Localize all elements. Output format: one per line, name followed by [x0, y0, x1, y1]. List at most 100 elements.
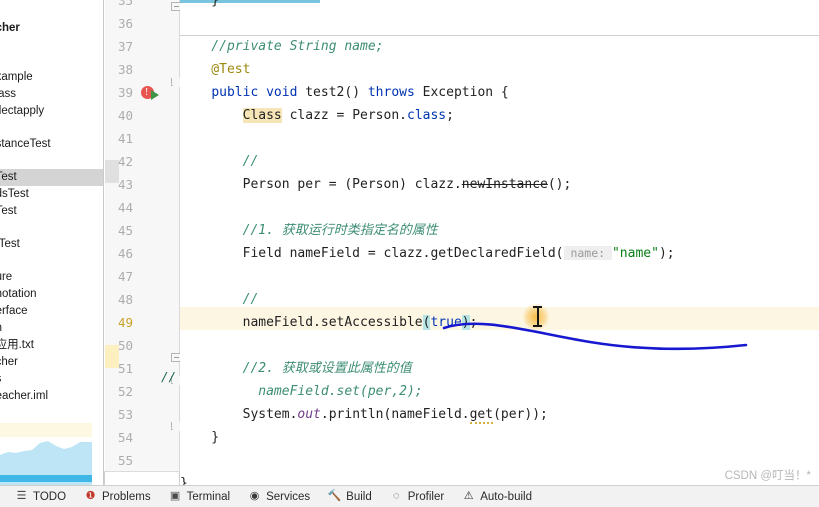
code-token: Class [242, 108, 282, 123]
line-number: 51 [117, 361, 133, 376]
build-hammer-icon: 🔨 [327, 490, 342, 502]
project-tree-item[interactable]: ...Test [0, 169, 103, 186]
code-token: "name" [611, 246, 659, 261]
code-editor[interactable]: } //private String name; @Test public vo… [180, 0, 819, 485]
project-tree-item-label: ...flectapply [0, 105, 45, 117]
tool-window-button-profiler[interactable]: ◌ Profiler [381, 486, 453, 507]
code-token: Person per = (Person) clazz. [180, 177, 462, 192]
code-line[interactable]: Person per = (Person) clazz.newInstance(… [180, 173, 572, 196]
code-token: ); [658, 246, 675, 261]
project-tree-item[interactable]: ...s [0, 371, 103, 388]
tool-window-button-terminal[interactable]: ▣ Terminal [160, 486, 239, 507]
code-token: public void [211, 85, 306, 100]
code-line[interactable]: } [180, 0, 219, 12]
code-line[interactable]: } [180, 426, 219, 449]
project-tree-item[interactable]: ...cher [0, 354, 103, 371]
code-token: name: [563, 246, 612, 260]
project-tree-item-label: ...tTest [0, 238, 20, 250]
code-token: @Test [180, 62, 251, 77]
code-token: (); [547, 177, 572, 192]
line-number: 39 [117, 85, 133, 100]
code-token: nameField.set(per,2); [180, 384, 423, 399]
text-cursor-ibeam [533, 306, 542, 327]
project-tree-item-label: ...dsTest [0, 188, 29, 200]
code-line[interactable]: public void test2() throws Exception { [180, 81, 509, 104]
code-line[interactable]: Class clazz = Person.class; [180, 104, 454, 127]
line-number: 52 [117, 384, 133, 399]
project-tree-item-label: ...notation [0, 288, 37, 300]
code-token: } [180, 0, 220, 8]
code-line[interactable]: //private String name; [180, 35, 383, 58]
line-number: 40 [117, 108, 133, 123]
editor-gutter[interactable]: 35 36 37 38 39 40 41 42 43 44 45 46 47 48 49 50 51 52 53 54… [105, 0, 183, 491]
ide-window: ...cher ...xample ...lass ...flectapply ...s… [0, 0, 819, 507]
project-tree-item[interactable]: ...dsTest [0, 186, 103, 203]
line-number: 43 [117, 177, 133, 192]
code-line[interactable]: //1. 获取运行时类指定名的属性 [180, 219, 438, 242]
code-line[interactable]: // [180, 150, 259, 173]
run-test-with-error-icon[interactable]: ! [141, 85, 161, 101]
chart-highlight-band [0, 423, 92, 437]
profiler-icon: ◌ [392, 490, 400, 502]
code-line[interactable]: //2. 获取或设置此属性的值 [180, 357, 412, 380]
tool-window-button-label: Auto-build [480, 490, 532, 503]
line-number: 54 [117, 430, 133, 445]
code-line[interactable]: System.out.println(nameField.get(per)); [180, 403, 548, 426]
project-tree-item[interactable]: ...lass [0, 86, 103, 103]
tool-window-tab-stub[interactable] [104, 471, 180, 485]
project-tree-panel[interactable]: ...cher ...xample ...lass ...flectapply ...s… [0, 0, 104, 485]
code-token: ; [469, 315, 478, 330]
project-tree-item-label: ...Test [0, 205, 17, 217]
code-line[interactable]: Field nameField = clazz.getDeclaredField… [180, 242, 675, 265]
code-token: get [469, 407, 494, 424]
project-tree-item-label: ...s [0, 371, 103, 388]
tool-window-button-problems[interactable]: ❶ Problems [75, 486, 160, 507]
line-number: 46 [117, 246, 133, 261]
code-token: //1. 获取运行时类指定名的属性 [180, 223, 438, 238]
tool-window-button-label: TODO [33, 490, 67, 503]
project-tree-item[interactable]: ...应用.txt [0, 337, 103, 354]
tool-window-button-build[interactable]: 🔨 Build [319, 486, 381, 507]
code-token: nameField.setAccessible [180, 315, 423, 330]
chart-svg [0, 441, 92, 485]
code-token: Exception { [422, 85, 509, 100]
code-line[interactable]: nameField.set(per,2); [180, 380, 423, 403]
project-tree-item-label: ...ure [0, 271, 13, 283]
project-tree-item[interactable]: ...flectapply [0, 103, 103, 120]
project-tree-item[interactable]: ...notation [0, 286, 103, 303]
line-number: 50 [117, 338, 133, 353]
tool-window-button-label: Problems [102, 490, 151, 503]
code-token: throws [367, 85, 423, 100]
code-line[interactable]: nameField.setAccessible(true); [180, 311, 477, 334]
code-token: newInstance [461, 177, 548, 192]
project-tree-item-label: ...应用.txt [0, 339, 34, 351]
project-tree-item[interactable]: ...cher [0, 20, 103, 37]
code-line[interactable]: // [180, 288, 259, 311]
code-line[interactable]: @Test [180, 58, 250, 81]
project-tree-item[interactable]: ...erface [0, 303, 103, 320]
error-badge-glyph: ! [145, 87, 149, 98]
project-tree-item[interactable]: ...xample [0, 69, 103, 86]
tool-window-button-services[interactable]: ◉ Services [239, 486, 319, 507]
project-tree-item[interactable]: ...tTest [0, 236, 103, 253]
tool-window-button-label: Terminal [186, 490, 231, 503]
tool-window-bar[interactable]: ☰ TODO ❶ Problems ▣ Terminal ◉ Services 🔨 Build ◌ P… [0, 485, 819, 507]
problems-icon: ❶ [85, 490, 96, 502]
code-line[interactable]: } [180, 472, 188, 485]
project-tree-item[interactable]: ...stanceTest [0, 136, 103, 153]
project-tree-item[interactable]: ...ure [0, 269, 103, 286]
tool-window-button-todo[interactable]: ☰ TODO [6, 486, 75, 507]
project-tree-item[interactable]: ...n [0, 320, 103, 337]
tool-window-button-auto-build[interactable]: ⚠ Auto-build [453, 486, 541, 507]
services-icon: ◉ [249, 490, 260, 502]
project-tree-item[interactable]: ...eacher.iml [0, 388, 103, 405]
project-tree-item-label: ...erface [0, 305, 28, 317]
auto-build-warning-icon: ⚠ [463, 490, 474, 502]
code-token: } [180, 430, 220, 445]
line-number: 36 [117, 16, 133, 31]
tool-window-button-label: Profiler [407, 490, 445, 503]
project-tree-item[interactable]: ...Test [0, 203, 103, 220]
line-number: 55 [117, 453, 133, 468]
